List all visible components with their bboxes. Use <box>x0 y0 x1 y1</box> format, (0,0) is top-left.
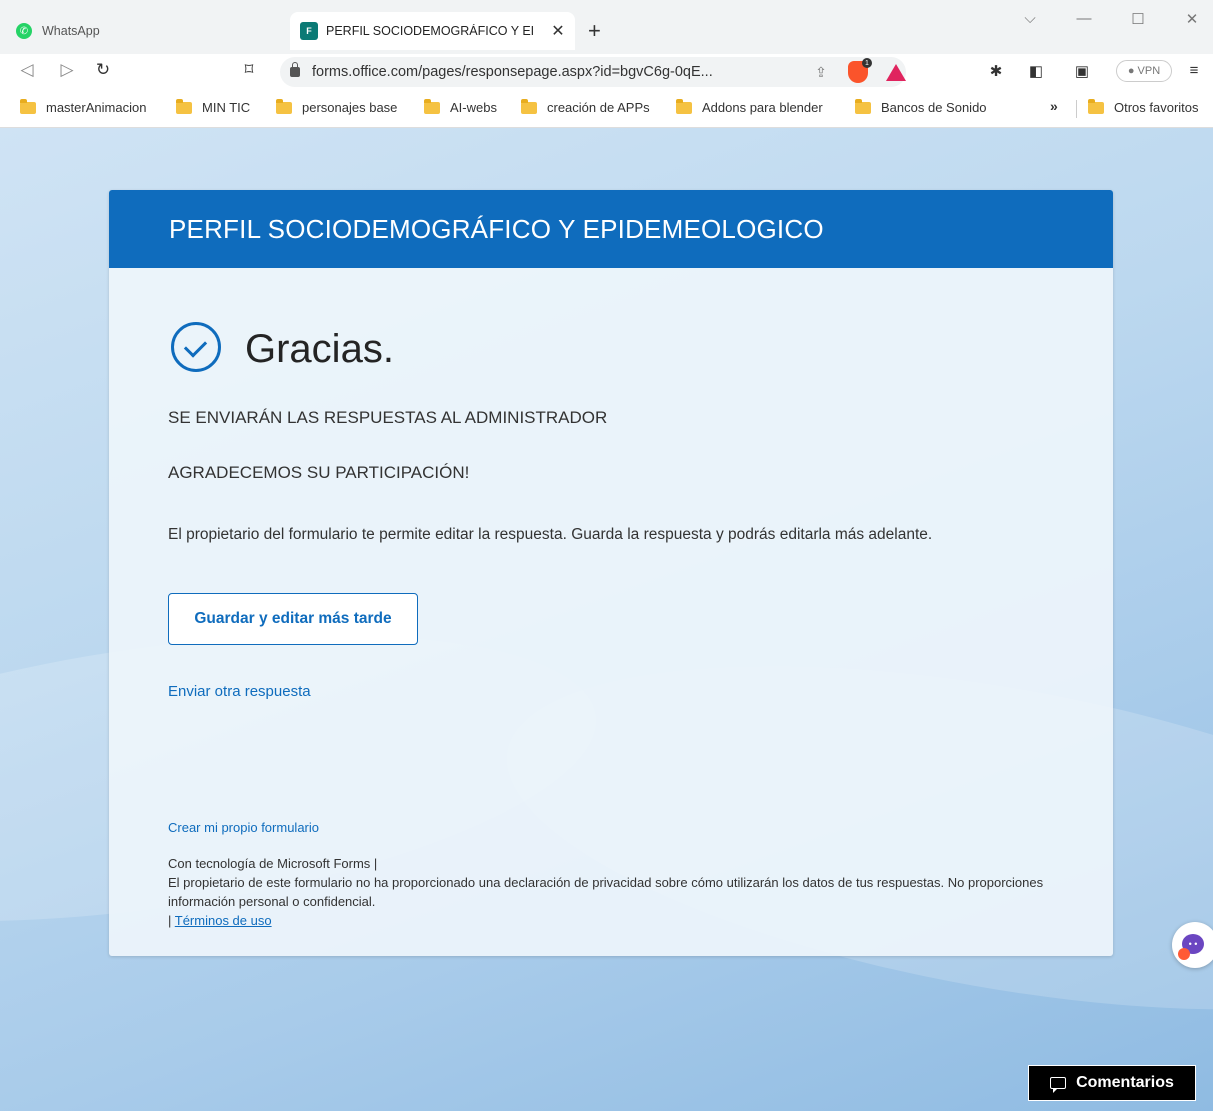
check-circle-icon <box>171 322 221 372</box>
bookmark-folder[interactable]: AI-webs <box>424 98 497 115</box>
feedback-label: Comentarios <box>1076 1074 1174 1091</box>
folder-icon <box>176 98 192 114</box>
more-bookmarks-icon[interactable]: » <box>1050 98 1058 114</box>
bookmark-label: masterAnimacion <box>46 100 147 115</box>
confirmation-message: SE ENVIARÁN LAS RESPUESTAS AL ADMINISTRA… <box>168 408 608 427</box>
brave-shields-icon[interactable]: 1 <box>848 58 872 83</box>
bookmark-label: Bancos de Sonido <box>881 100 987 115</box>
close-tab-icon[interactable]: ✕ <box>547 21 569 41</box>
tab-title: PERFIL SOCIODEMOGRÁFICO Y EI <box>326 24 535 38</box>
url-text: forms.office.com/pages/responsepage.aspx… <box>312 64 713 80</box>
vpn-button[interactable]: ● VPN <box>1116 60 1172 82</box>
tab-title: WhatsApp <box>42 24 100 38</box>
brave-rewards-icon[interactable] <box>886 63 906 81</box>
bookmark-label: AI-webs <box>450 100 497 115</box>
create-own-form-link[interactable]: Crear mi propio formulario <box>168 820 319 835</box>
folder-icon <box>676 98 692 114</box>
bookmark-folder[interactable]: masterAnimacion <box>20 98 147 115</box>
form-card: PERFIL SOCIODEMOGRÁFICO Y EPIDEMEOLOGICO… <box>109 190 1113 956</box>
microsoft-forms-icon: F <box>300 22 318 40</box>
minimize-icon[interactable]: — <box>1074 10 1094 27</box>
bookmark-label: Addons para blender <box>702 100 823 115</box>
bookmark-folder[interactable]: Addons para blender <box>676 98 823 115</box>
bookmark-label: creación de APPs <box>547 100 650 115</box>
thanks-message: AGRADECEMOS SU PARTICIPACIÓN! <box>168 463 470 482</box>
menu-icon[interactable]: ≡ <box>1184 62 1204 79</box>
chat-bubble-icon <box>1050 1077 1067 1093</box>
powered-by-text: Con tecnología de Microsoft Forms | <box>168 856 378 871</box>
save-and-edit-later-button[interactable]: Guardar y editar más tarde <box>168 593 418 645</box>
thanks-heading: Gracias. <box>245 327 394 371</box>
share-icon[interactable]: ⇪ <box>808 64 834 81</box>
bookmark-label: MIN TIC <box>202 100 251 115</box>
back-icon[interactable]: ◁ <box>16 60 38 80</box>
folder-icon <box>855 98 871 114</box>
terms-separator: | <box>168 913 175 928</box>
form-header: PERFIL SOCIODEMOGRÁFICO Y EPIDEMEOLOGICO <box>109 190 1113 268</box>
browser-toolbar: ◁ ▷ ↻ ⌑ forms.office.com/pages/responsep… <box>0 54 1213 90</box>
notification-dot <box>1178 948 1190 960</box>
page-background: PERFIL SOCIODEMOGRÁFICO Y EPIDEMEOLOGICO… <box>0 128 1213 1111</box>
folder-icon <box>521 98 537 114</box>
bookmark-folder[interactable]: personajes base <box>276 98 398 115</box>
terms-of-use-link[interactable]: Términos de uso <box>175 913 272 928</box>
form-title: PERFIL SOCIODEMOGRÁFICO Y EPIDEMEOLOGICO <box>169 213 824 244</box>
tab-forms[interactable]: F PERFIL SOCIODEMOGRÁFICO Y EI ✕ <box>290 12 575 50</box>
bookmarks-divider <box>1076 100 1077 118</box>
submit-another-response-link[interactable]: Enviar otra respuesta <box>168 683 311 700</box>
bookmarks-bar: masterAnimacion MIN TIC personajes base … <box>0 90 1213 128</box>
sidebar-icon[interactable]: ◧ <box>1026 62 1046 80</box>
bookmark-folder[interactable]: creación de APPs <box>521 98 650 115</box>
whatsapp-icon: ✆ <box>16 23 32 39</box>
maximize-icon[interactable]: ☐ <box>1128 10 1148 28</box>
lock-icon <box>290 62 300 77</box>
address-bar[interactable]: forms.office.com/pages/responsepage.aspx… <box>280 57 906 87</box>
browser-tab-bar: ✆ WhatsApp F PERFIL SOCIODEMOGRÁFICO Y E… <box>0 0 1213 54</box>
folder-icon <box>20 98 36 114</box>
feedback-button[interactable]: Comentarios <box>1028 1065 1196 1101</box>
bookmark-label: Otros favoritos <box>1114 100 1199 115</box>
bookmark-folder[interactable]: Bancos de Sonido <box>855 98 987 115</box>
edit-note: El propietario del formulario te permite… <box>168 526 933 543</box>
footer: Con tecnología de Microsoft Forms | El p… <box>168 854 1068 930</box>
bookmark-label: personajes base <box>302 100 398 115</box>
bookmark-icon[interactable]: ⌑ <box>238 60 260 80</box>
forward-icon[interactable]: ▷ <box>56 60 78 80</box>
reload-icon[interactable]: ↻ <box>92 60 114 80</box>
wallet-icon[interactable]: ▣ <box>1072 62 1092 80</box>
assistant-widget[interactable]: • • <box>1172 922 1213 968</box>
folder-icon <box>1088 98 1104 114</box>
extensions-icon[interactable]: ✱ <box>986 62 1006 80</box>
terms-line: | Términos de uso <box>168 911 1068 930</box>
new-tab-icon[interactable]: + <box>588 18 601 44</box>
folder-icon <box>276 98 292 114</box>
bookmark-folder[interactable]: MIN TIC <box>176 98 251 115</box>
tab-search-chevron-icon[interactable]: ⌵ <box>1020 10 1040 27</box>
brave-badge: 1 <box>862 58 872 68</box>
other-bookmarks-folder[interactable]: Otros favoritos <box>1088 98 1199 115</box>
close-window-icon[interactable]: ✕ <box>1182 10 1202 28</box>
privacy-note: El propietario de este formulario no ha … <box>168 875 1044 909</box>
folder-icon <box>424 98 440 114</box>
tab-whatsapp[interactable]: ✆ WhatsApp <box>10 12 280 50</box>
